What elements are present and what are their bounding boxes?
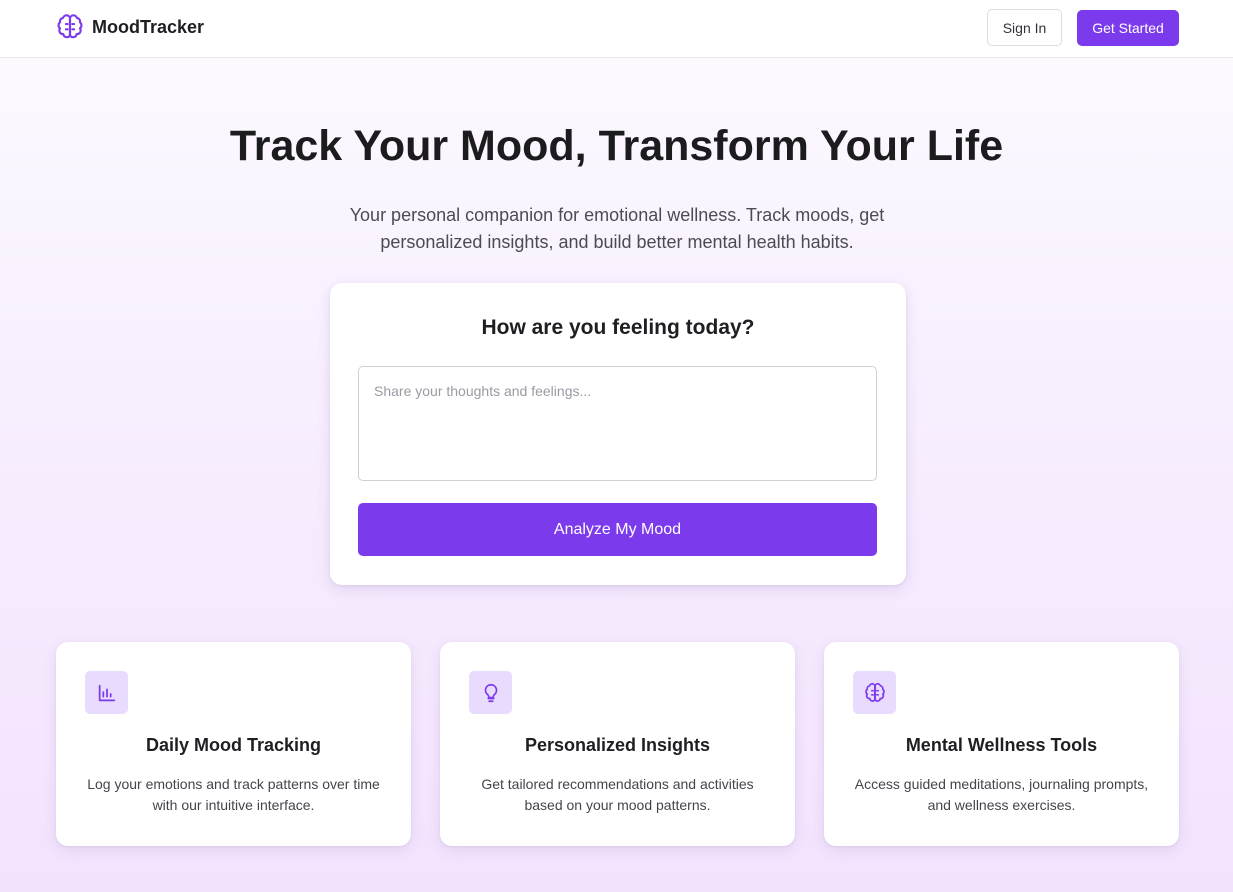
brain-icon xyxy=(56,13,84,41)
feature-card-mood-tracking: Daily Mood Tracking Log your emotions an… xyxy=(56,642,411,846)
brand[interactable]: MoodTracker xyxy=(56,13,204,41)
feature-title: Mental Wellness Tools xyxy=(905,735,1098,755)
mood-card-title: How are you feeling today? xyxy=(481,316,755,339)
feature-description: Get tailored recommendations and activit… xyxy=(481,776,754,813)
mood-text-input[interactable] xyxy=(358,366,877,481)
get-started-button[interactable]: Get Started xyxy=(1077,10,1179,46)
feature-description: Access guided meditations, journaling pr… xyxy=(854,776,1149,813)
feature-card-insights: Personalized Insights Get tailored recom… xyxy=(440,642,795,846)
feature-title: Personalized Insights xyxy=(524,735,711,755)
brain-icon xyxy=(853,671,896,714)
brand-name: MoodTracker xyxy=(92,16,205,37)
feature-description: Log your emotions and track patterns ove… xyxy=(87,776,380,813)
lightbulb-icon xyxy=(469,671,512,714)
analyze-mood-button[interactable]: Analyze My Mood xyxy=(358,503,877,556)
top-nav: MoodTracker Sign In Get Started xyxy=(0,0,1233,58)
feature-title: Daily Mood Tracking xyxy=(145,735,322,755)
hero-subtitle: Your personal companion for emotional we… xyxy=(349,205,885,252)
mood-check-card: How are you feeling today? Analyze My Mo… xyxy=(330,283,906,585)
sign-in-button[interactable]: Sign In xyxy=(987,9,1062,46)
hero-title: Track Your Mood, Transform Your Life xyxy=(229,122,1004,170)
feature-card-wellness-tools: Mental Wellness Tools Access guided medi… xyxy=(824,642,1179,846)
bar-chart-icon xyxy=(85,671,128,714)
